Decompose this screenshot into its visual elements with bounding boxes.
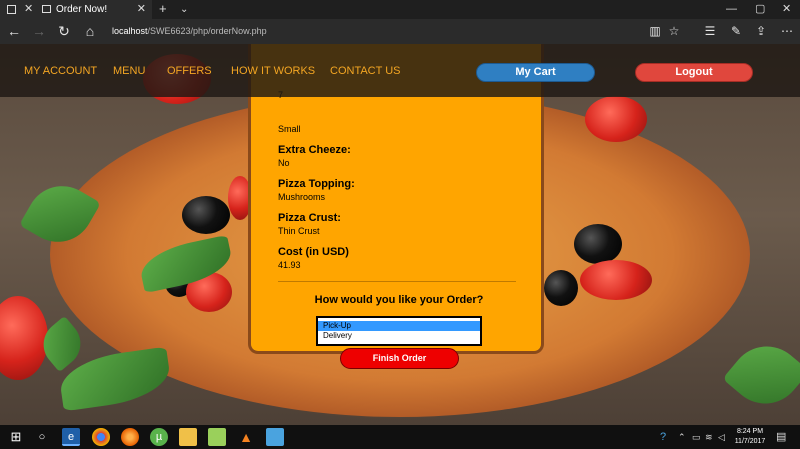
- photos-app-icon[interactable]: [266, 428, 284, 446]
- tab-page-icon: [7, 5, 16, 14]
- close-icon[interactable]: ✕: [24, 0, 33, 19]
- logout-button[interactable]: Logout: [635, 63, 753, 82]
- pizza-topping-value: Mushrooms: [278, 192, 326, 202]
- olive-decoration: [544, 270, 578, 306]
- order-method-select[interactable]: Pick-Up Delivery: [316, 316, 482, 346]
- forward-icon[interactable]: →: [27, 19, 51, 44]
- refresh-icon[interactable]: ↻: [52, 19, 76, 44]
- nav-my-account[interactable]: MY ACCOUNT: [24, 65, 97, 77]
- network-icon[interactable]: ▭: [692, 425, 701, 449]
- order-size-value: Small: [278, 124, 301, 134]
- finish-order-button[interactable]: Finish Order: [340, 348, 459, 369]
- olive-decoration: [182, 196, 230, 234]
- tomato-decoration: [0, 296, 48, 380]
- my-cart-button[interactable]: My Cart: [476, 63, 595, 82]
- tab-page-icon: [42, 5, 51, 13]
- option-pick-up[interactable]: Pick-Up: [318, 321, 480, 331]
- vlc-icon[interactable]: ▲: [237, 428, 255, 446]
- olive-decoration: [574, 224, 622, 264]
- nav-contact-us[interactable]: CONTACT US: [330, 65, 401, 77]
- share-icon[interactable]: ⇪: [751, 19, 771, 44]
- maximize-icon[interactable]: ▢: [755, 0, 765, 19]
- url-host: localhost: [112, 26, 148, 36]
- help-icon[interactable]: ?: [660, 425, 666, 449]
- url-field[interactable]: localhost/SWE6623/php/orderNow.php: [112, 19, 267, 44]
- home-icon[interactable]: ⌂: [78, 19, 102, 44]
- tab-title: Order Now!: [56, 4, 108, 15]
- close-tab-icon[interactable]: ✕: [137, 0, 146, 19]
- extra-cheeze-value: No: [278, 158, 290, 168]
- windows-taskbar: ⊞ ○ e µ ▲ ? ⌃ ▭ ≋ ◁ 8:24 PM 11/7/2017 ▤: [0, 425, 800, 449]
- nav-menu[interactable]: MENU: [113, 65, 145, 77]
- extra-cheeze-label: Extra Cheeze:: [278, 144, 351, 156]
- show-hidden-icons-chevron[interactable]: ⌃: [678, 425, 686, 449]
- utorrent-icon[interactable]: µ: [150, 428, 168, 446]
- cortana-search-icon[interactable]: ○: [33, 428, 51, 446]
- web-note-icon[interactable]: ✎: [726, 19, 746, 44]
- option-delivery[interactable]: Delivery: [318, 331, 480, 341]
- favorites-hub-icon[interactable]: ☰: [700, 19, 720, 44]
- page-viewport: 7 Small Extra Cheeze: No Pizza Topping: …: [0, 44, 800, 425]
- browser-address-bar: ← → ↻ ⌂ localhost/SWE6623/php/orderNow.p…: [0, 19, 800, 44]
- tomato-decoration: [585, 96, 647, 142]
- divider: [278, 281, 516, 282]
- nav-how-it-works[interactable]: HOW IT WORKS: [231, 65, 315, 77]
- clock-time: 8:24 PM: [736, 428, 764, 435]
- nav-offers[interactable]: OFFERS: [167, 65, 212, 77]
- order-method-question: How would you like your Order?: [314, 294, 484, 306]
- firefox-icon[interactable]: [121, 428, 139, 446]
- tab-order-now[interactable]: Order Now! ✕: [36, 0, 152, 19]
- url-path: /SWE6623/php/orderNow.php: [147, 26, 267, 36]
- windows-start-icon[interactable]: ⊞: [7, 428, 25, 446]
- clock-date: 11/7/2017: [734, 438, 766, 445]
- minimize-icon[interactable]: —: [726, 0, 737, 19]
- action-center-icon[interactable]: ▤: [776, 425, 786, 449]
- pizza-crust-value: Thin Crust: [278, 226, 320, 236]
- previous-tab[interactable]: ✕: [0, 0, 36, 19]
- basil-leaf-decoration: [722, 331, 800, 419]
- pizza-topping-label: Pizza Topping:: [278, 178, 355, 190]
- more-icon[interactable]: ⋯: [777, 19, 797, 44]
- browser-tab-bar: ✕ Order Now! ✕ + ⌄ — ▢ ✕: [0, 0, 800, 19]
- reading-view-icon[interactable]: ▥: [645, 19, 665, 44]
- new-tab-icon[interactable]: +: [159, 0, 167, 18]
- back-icon[interactable]: ←: [2, 19, 26, 44]
- system-clock[interactable]: 8:24 PM 11/7/2017: [731, 427, 769, 447]
- wifi-icon[interactable]: ≋: [705, 425, 713, 449]
- edge-browser-icon[interactable]: e: [62, 428, 80, 446]
- chrome-icon[interactable]: [92, 428, 110, 446]
- close-window-icon[interactable]: ✕: [782, 0, 791, 19]
- cost-value: 41.93: [278, 260, 301, 270]
- notepad-plus-icon[interactable]: [208, 428, 226, 446]
- site-navigation-bar: MY ACCOUNT MENU OFFERS HOW IT WORKS CONT…: [0, 44, 800, 97]
- pizza-crust-label: Pizza Crust:: [278, 212, 341, 224]
- tomato-decoration: [580, 260, 652, 300]
- tab-list-chevron-icon[interactable]: ⌄: [180, 0, 188, 19]
- volume-icon[interactable]: ◁: [718, 425, 725, 449]
- cost-label: Cost (in USD): [278, 246, 349, 258]
- file-explorer-icon[interactable]: [179, 428, 197, 446]
- favorite-star-icon[interactable]: ☆: [664, 19, 684, 44]
